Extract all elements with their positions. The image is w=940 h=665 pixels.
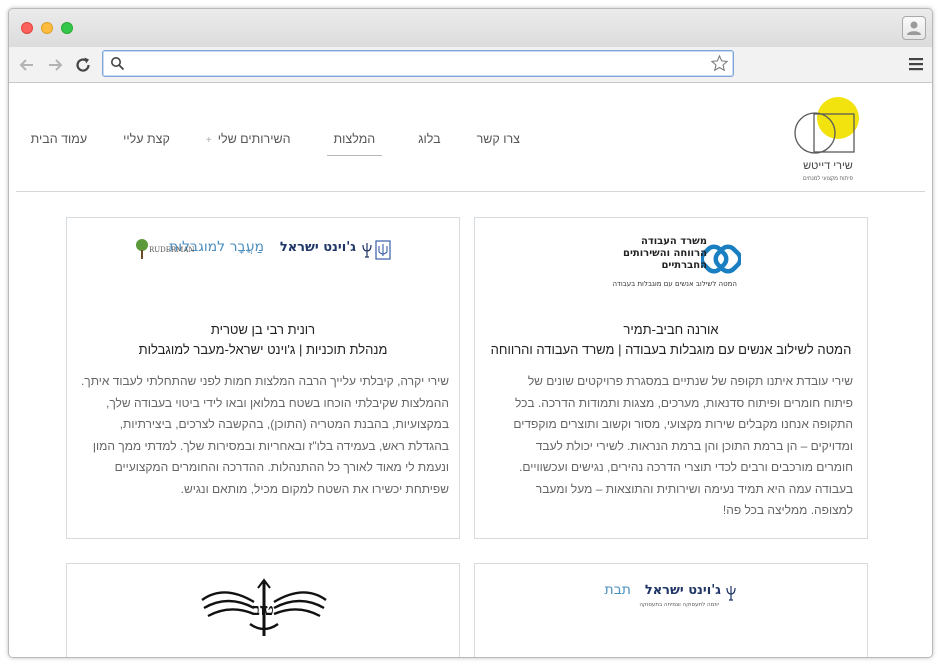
- main-nav: עמוד הבית קצת עליי השירותים שלי+ המלצות …: [9, 128, 520, 156]
- ministry-logo: משרד העבודה הרווחה והשירותים החברתיים המ…: [475, 234, 867, 294]
- testimonial-line: התקופה אנחנו מקבלים שירות מקצועי, מסור ו…: [513, 417, 853, 431]
- testimonial-card: משרד העבודה הרווחה והשירותים החברתיים המ…: [474, 217, 868, 539]
- testimonial-line: חומרים מורכבים ורבים לכדי תוצרי הדרכה נה…: [519, 460, 853, 474]
- ruderman-logo-text: RUDERMAN: [149, 246, 195, 254]
- joint-israel-logo: ג'וינט ישראל מַעֲבָר למוגבלות RUDERMAN: [67, 238, 459, 268]
- search-icon: [111, 57, 125, 71]
- title-bar: [9, 9, 932, 47]
- testimonial-text: שירי יקרה, קיבלתי עלייך הרבה המלצות חמות…: [73, 371, 449, 500]
- tree-icon: [136, 239, 148, 259]
- menorah-icon: [726, 586, 736, 601]
- emblem-icon: [375, 240, 391, 260]
- star-icon[interactable]: [710, 54, 729, 73]
- arrow-right-icon[interactable]: [45, 55, 65, 75]
- testimonial-name: רונית רבי בן שטרית: [210, 322, 316, 337]
- testimonial-line: שפיתחת יכשירו את השטח למקום מכיל, מותאם …: [180, 481, 449, 496]
- ministry-knot-icon: [701, 244, 741, 274]
- logo-name: שירי דייטש: [803, 160, 853, 172]
- plus-icon: +: [205, 135, 212, 146]
- testimonial-line: למצופה. ממליצה בכל פה!: [722, 503, 853, 517]
- tov-logo-text: טוב: [252, 600, 274, 619]
- nav-item-blog[interactable]: בלוג: [418, 128, 440, 156]
- tevet-logo-main: ג'וינט ישראל: [644, 583, 721, 598]
- logo-mark-icon: [794, 97, 859, 154]
- header-divider: [16, 191, 925, 192]
- profile-icon: [907, 21, 921, 35]
- testimonial-line: ונעמת לי מאוד לאורך כל ההתנהלות. ההדרכה …: [114, 460, 449, 474]
- testimonial-card: טוב: [66, 563, 460, 657]
- browser-toolbar: [9, 47, 932, 83]
- testimonial-name: אורנה חביב-תמיר: [623, 322, 719, 337]
- logo-tagline: פיתוח מקצועי למנחים: [803, 176, 853, 182]
- url-input[interactable]: [129, 54, 689, 73]
- hamburger-menu-icon[interactable]: [908, 57, 924, 71]
- page-viewport: שירי דייטש פיתוח מקצועי למנחים עמוד הבית…: [9, 84, 932, 657]
- testimonial-line: במקצועיות, בהבנת המטריה (התוכן), בהקשבה …: [119, 417, 449, 431]
- ministry-logo-line2: הרווחה והשירותים: [623, 248, 707, 259]
- address-bar[interactable]: [102, 50, 734, 77]
- testimonial-line: שירי עובדת איתנו תקופה של שנתיים במסגרת …: [527, 374, 853, 388]
- profile-button[interactable]: [902, 16, 926, 40]
- testimonial-line: ההמלצות שקיבלתי הוכחו בשטח במלואן ובאו ל…: [105, 395, 449, 410]
- browser-window: שירי דייטש פיתוח מקצועי למנחים עמוד הבית…: [8, 8, 933, 658]
- ministry-logo-sub: המטה לשילוב אנשים עם מוגבלות בעבודה: [612, 280, 737, 288]
- testimonial-line: שירי יקרה, קיבלתי עלייך הרבה המלצות חמות…: [80, 374, 449, 388]
- testimonial-role: המטה לשילוב אנשים עם מוגבלות בעבודה | מש…: [490, 342, 852, 357]
- tevet-logo: ג'וינט ישראל תבת יוזמה לתעסוקה וצמיחה בת…: [475, 582, 867, 612]
- nav-item-about[interactable]: קצת עליי: [123, 128, 170, 156]
- testimonial-card: ג'וינט ישראל מַעֲבָר למוגבלות RUDERMAN ר…: [66, 217, 460, 539]
- testimonial-card: ג'וינט ישראל תבת יוזמה לתעסוקה וצמיחה בת…: [474, 563, 868, 657]
- site-header: שירי דייטש פיתוח מקצועי למנחים עמוד הבית…: [9, 84, 932, 194]
- ministry-logo-line3: החברתיים: [661, 260, 707, 271]
- testimonial-line: ומדויקים – הן ברמת התוכן והן ברמת הנראות…: [535, 438, 853, 453]
- nav-item-home[interactable]: עמוד הבית: [31, 128, 88, 156]
- site-logo[interactable]: שירי דייטש פיתוח מקצועי למנחים: [794, 96, 862, 188]
- testimonial-line: פיתוח חומרים ופיתוח סדנאות, מערכים, מצגו…: [515, 395, 853, 410]
- nav-item-services-label: השירותים שלי: [217, 132, 291, 146]
- tevet-logo-small: יוזמה לתעסוקה וצמיחה בתעסוקה: [639, 602, 719, 608]
- close-window-button[interactable]: [21, 22, 33, 34]
- testimonial-role: מנהלת תוכניות | ג'וינט ישראל-מעבר למוגבל…: [138, 342, 388, 357]
- tevet-logo-sub: תבת: [604, 582, 632, 598]
- testimonial-text: שירי עובדת איתנו תקופה של שנתיים במסגרת …: [483, 371, 853, 522]
- zoom-window-button[interactable]: [61, 22, 73, 34]
- nav-item-testimonials[interactable]: המלצות: [326, 128, 383, 156]
- ministry-logo-line1: משרד העבודה: [640, 236, 707, 247]
- nav-item-services[interactable]: השירותים שלי +: [206, 128, 291, 156]
- testimonial-line: בהגדלת ראש, בעמידה בלו"ז ובאחריות ובמסיר…: [92, 438, 449, 453]
- tov-logo: טוב: [67, 578, 459, 648]
- joint-logo-main: ג'וינט ישראל: [279, 240, 356, 255]
- reload-icon[interactable]: [73, 55, 93, 75]
- minimize-window-button[interactable]: [41, 22, 53, 34]
- arrow-left-icon[interactable]: [17, 55, 37, 75]
- nav-item-contact[interactable]: צרו קשר: [477, 128, 520, 156]
- menorah-icon: [362, 243, 372, 258]
- testimonial-line: בעבודה עמה היא תמיד נעימה ושירותית והתוצ…: [535, 481, 853, 496]
